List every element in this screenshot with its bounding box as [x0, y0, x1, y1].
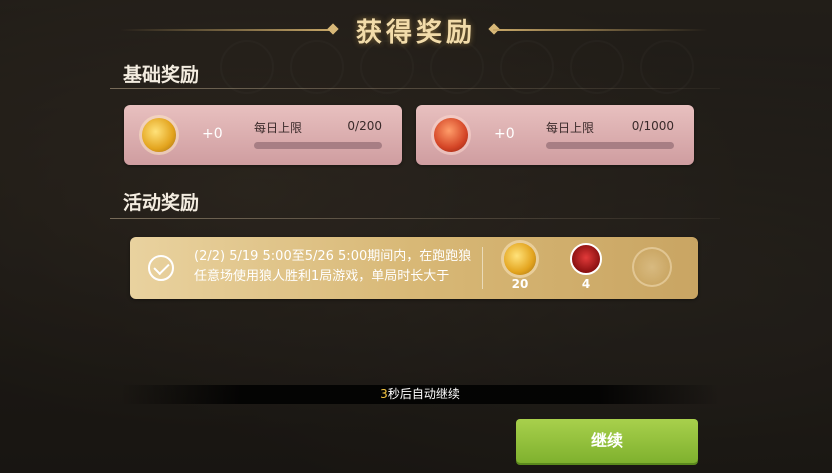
- dialog-header: 获得奖励: [0, 6, 832, 52]
- countdown-text: 秒后自动继续: [387, 387, 460, 401]
- basic-reward-card-xp: +0 每日上限 0/1000: [416, 105, 694, 165]
- countdown-number: 3: [380, 387, 388, 401]
- daily-limit-value: 0/200: [347, 119, 382, 133]
- continue-button[interactable]: 继续: [516, 419, 698, 463]
- daily-limit-progress: [546, 142, 674, 149]
- activity-description: (2/2) 5/19 5:00至5/26 5:00期间内，在跑跑狼 任意场使用狼…: [194, 247, 474, 287]
- gold-coin-icon: [504, 243, 536, 275]
- xp-gem-icon: [429, 113, 473, 157]
- divider: [482, 247, 483, 289]
- daily-limit-label: 每日上限: [546, 121, 595, 135]
- activity-description-line: (2/2) 5/19 5:00至5/26 5:00期间内，在跑跑狼: [194, 249, 472, 264]
- reward-count: 4: [581, 277, 591, 291]
- reward-count: 20: [511, 277, 529, 291]
- activity-description-line: 任意场使用狼人胜利1局游戏，单局时长大于: [194, 269, 450, 284]
- activity-reward-coin: 20: [500, 243, 540, 291]
- section-divider: [110, 218, 720, 219]
- auto-continue-countdown: 3秒后自动继续: [120, 385, 720, 404]
- gift-icon: [632, 247, 672, 287]
- activity-reward-rose: 4: [566, 243, 606, 291]
- activity-reward-gift: [632, 247, 672, 287]
- daily-limit-label: 每日上限: [254, 121, 303, 135]
- section-divider: [110, 88, 720, 89]
- daily-limit-progress: [254, 142, 382, 149]
- title-divider-right: [493, 29, 708, 31]
- reward-gain: +0: [494, 126, 515, 142]
- basic-reward-title: 基础奖励: [123, 64, 200, 86]
- basic-reward-card-coin: +0 每日上限 0/200: [124, 105, 402, 165]
- daily-limit-value: 0/1000: [631, 119, 674, 133]
- reward-gain: +0: [202, 126, 223, 142]
- rose-icon: [570, 243, 602, 275]
- check-circle-icon: [148, 255, 174, 281]
- activity-reward-card: (2/2) 5/19 5:00至5/26 5:00期间内，在跑跑狼 任意场使用狼…: [130, 237, 698, 299]
- activity-reward-title: 活动奖励: [123, 192, 200, 214]
- gold-coin-icon: [142, 118, 176, 152]
